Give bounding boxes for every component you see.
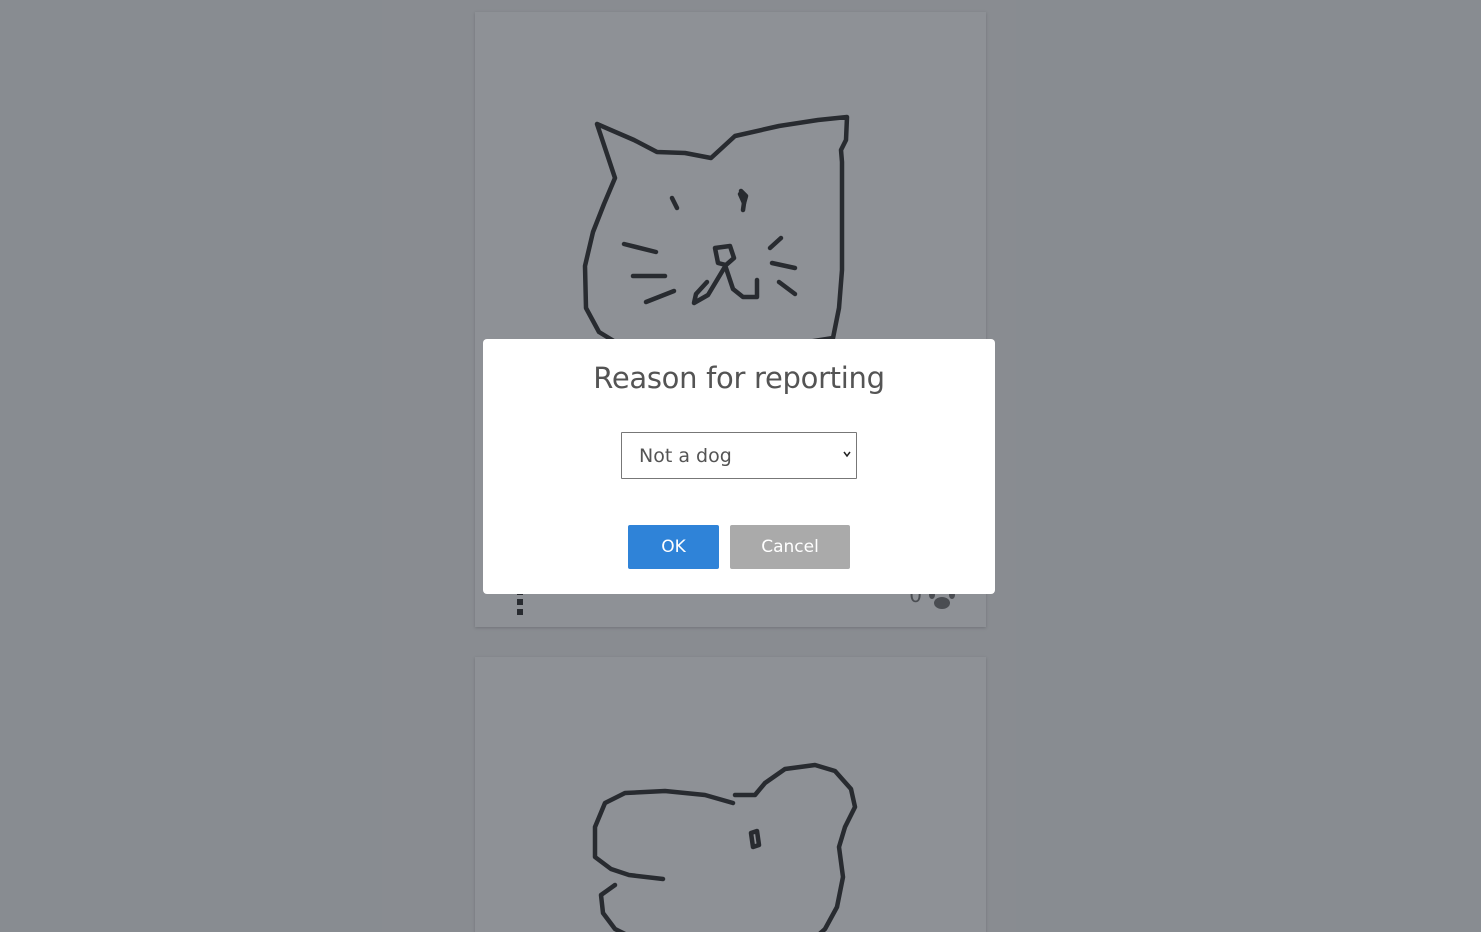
reason-select[interactable]: Not a dog (621, 432, 857, 479)
ok-button[interactable]: OK (628, 525, 719, 569)
report-dialog: Reason for reporting Not a dog OK Cancel (483, 339, 995, 594)
page: 0 Reason for reporti (0, 0, 1481, 932)
cancel-button[interactable]: Cancel (730, 525, 850, 569)
dialog-title: Reason for reporting (593, 361, 885, 395)
reason-select-wrapper: Not a dog (621, 432, 857, 479)
